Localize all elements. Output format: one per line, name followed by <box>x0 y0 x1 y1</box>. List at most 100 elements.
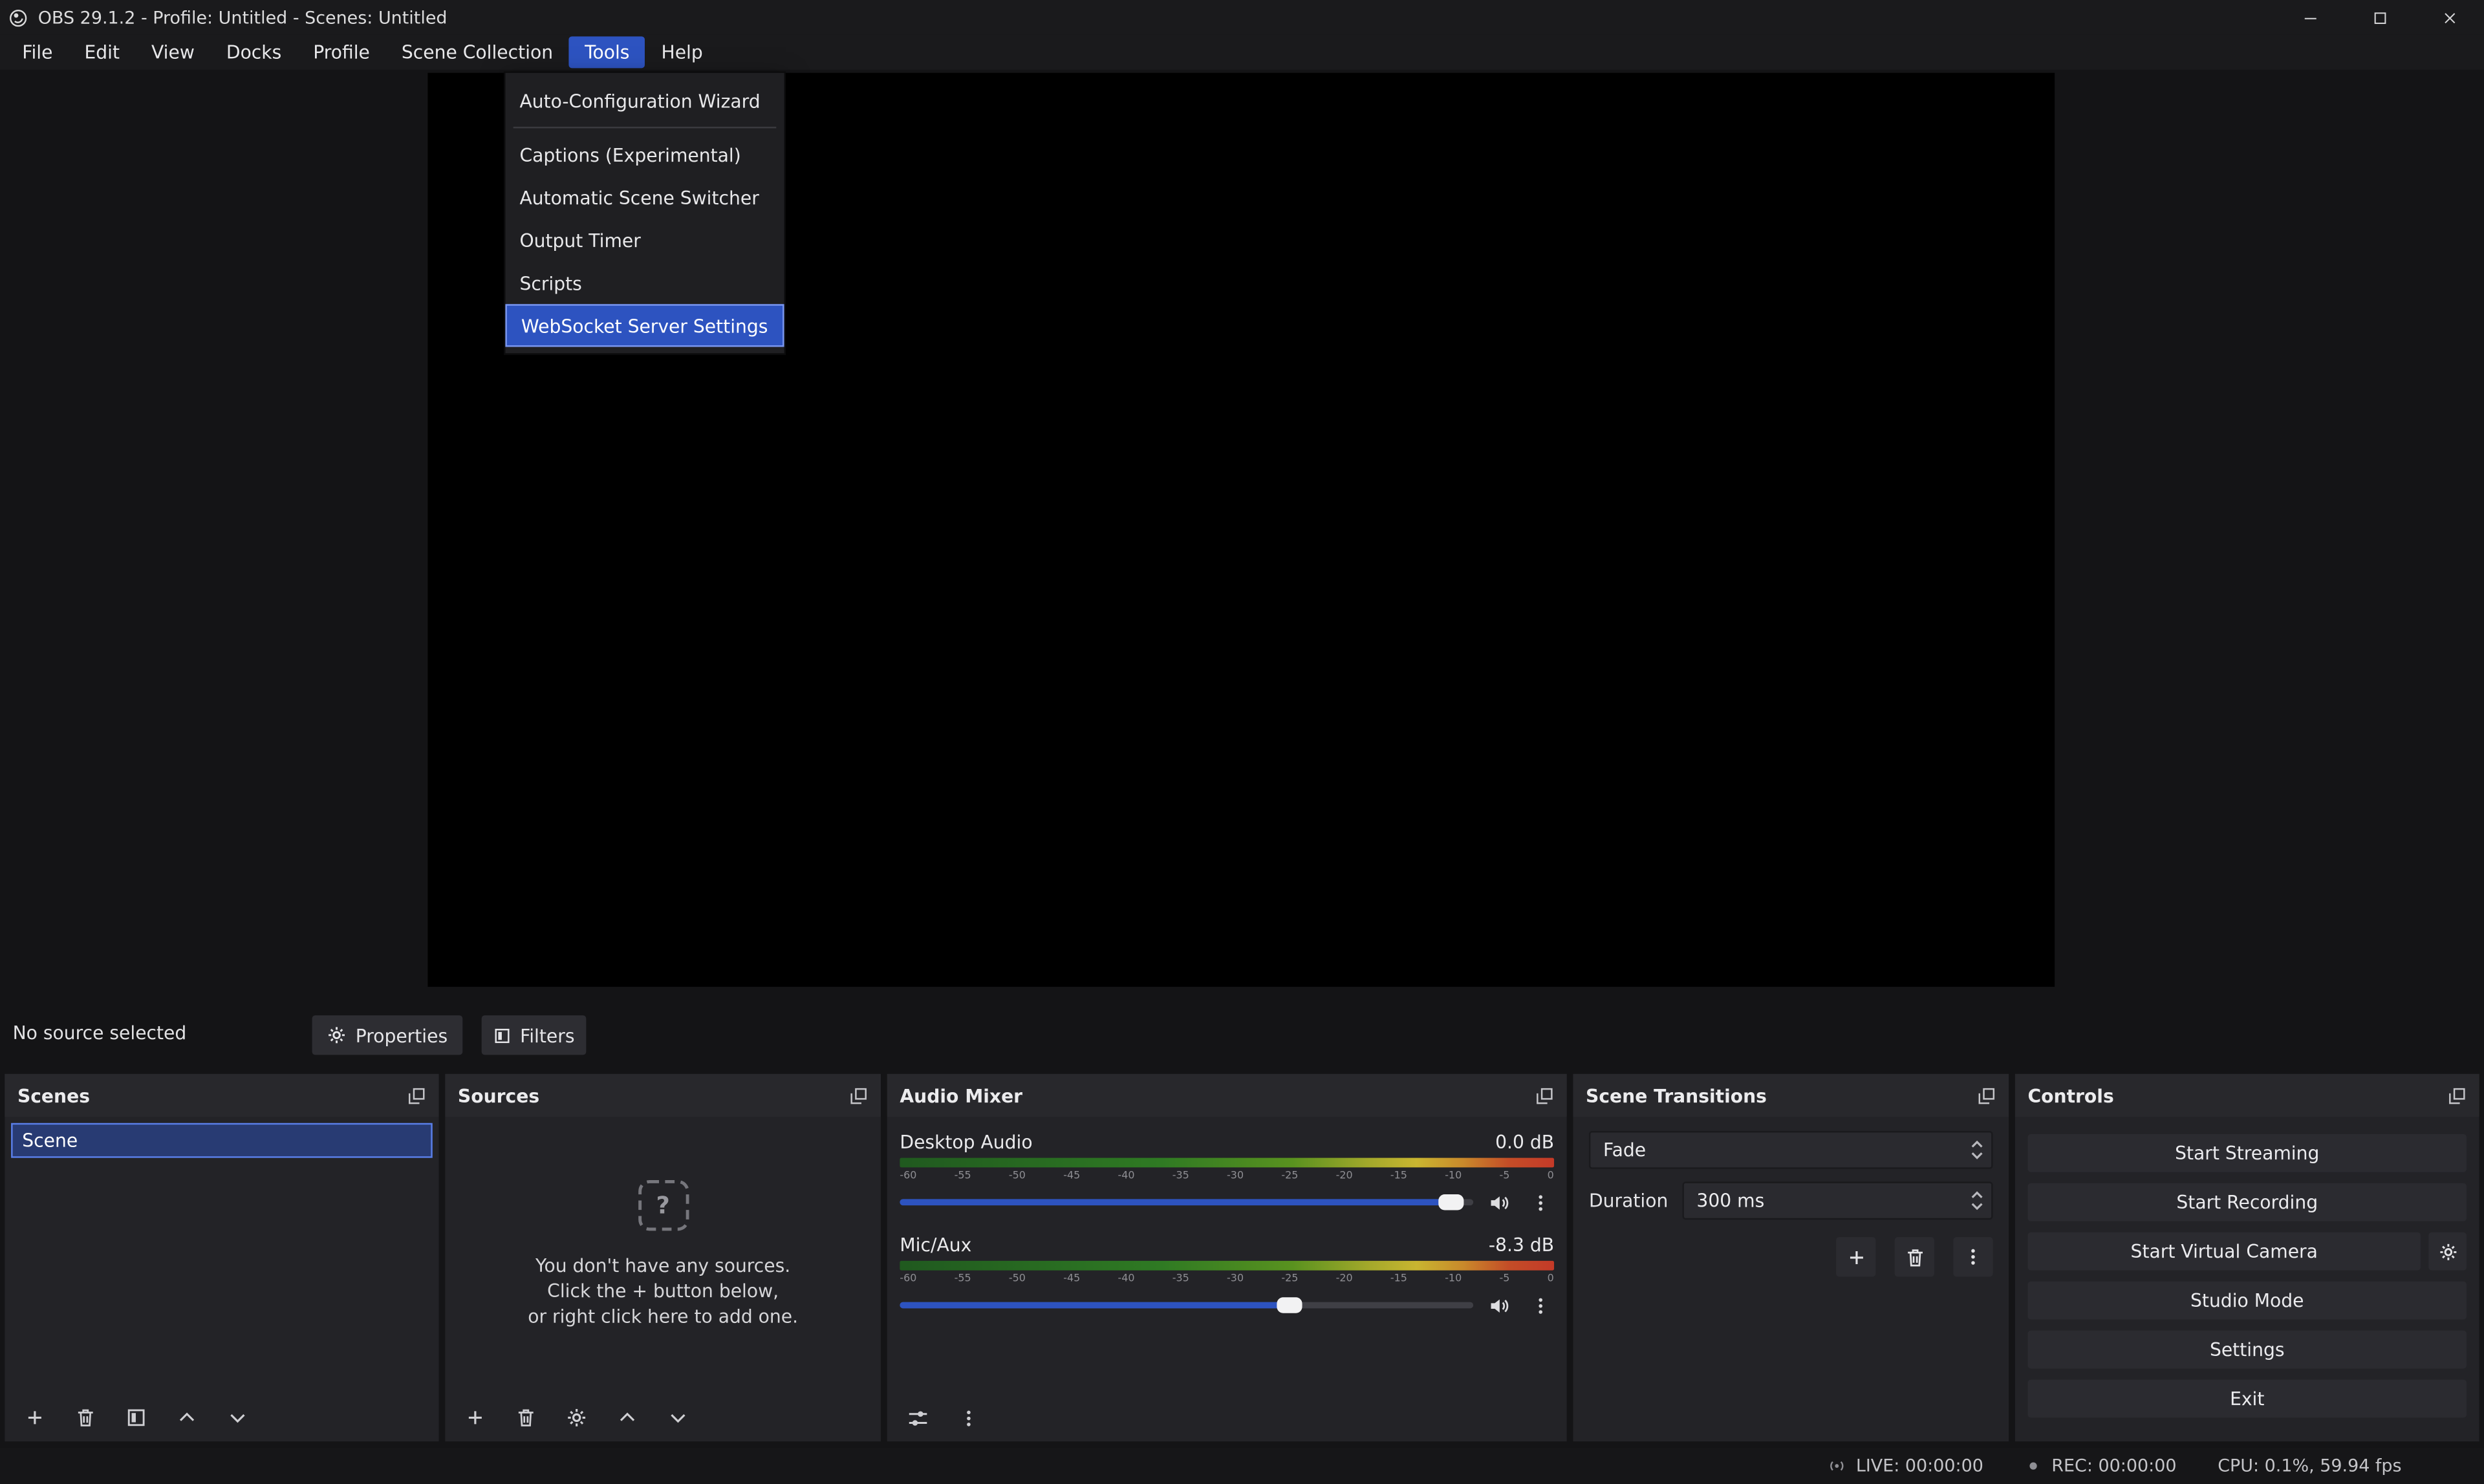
remove-scene-icon[interactable] <box>74 1406 96 1428</box>
cpu-status: CPU: 0.1%, 59.94 fps <box>2218 1456 2401 1476</box>
scene-filters-icon[interactable] <box>125 1406 147 1428</box>
minimize-button[interactable] <box>2275 0 2345 35</box>
fader-handle[interactable] <box>1438 1194 1463 1210</box>
live-status: LIVE: 00:00:00 <box>1826 1456 1983 1476</box>
remove-source-icon[interactable] <box>515 1406 537 1428</box>
move-scene-up-icon[interactable] <box>176 1406 198 1428</box>
popout-icon[interactable] <box>407 1086 426 1104</box>
tools-menu: Auto-Configuration Wizard Captions (Expe… <box>504 71 786 354</box>
popout-icon[interactable] <box>2448 1086 2467 1104</box>
tools-menu-item-websocket-server-settings[interactable]: WebSocket Server Settings <box>505 304 784 347</box>
speaker-icon[interactable] <box>1487 1190 1511 1214</box>
scene-transitions-panel: Scene Transitions Fade Duration 300 ms <box>1573 1074 2009 1441</box>
tools-menu-item-captions[interactable]: Captions (Experimental) <box>505 133 784 176</box>
mixer-channel-mic-aux: Mic/Aux -8.3 dB -60-55-50-45-40-35-30-25… <box>900 1231 1554 1318</box>
controls-panel: Controls Start Streaming Start Recording… <box>2015 1074 2479 1441</box>
start-streaming-button[interactable]: Start Streaming <box>2027 1134 2467 1172</box>
studio-mode-button[interactable]: Studio Mode <box>2027 1282 2467 1320</box>
move-scene-down-icon[interactable] <box>226 1406 248 1428</box>
add-source-icon[interactable] <box>464 1406 486 1428</box>
tools-menu-item-output-timer[interactable]: Output Timer <box>505 219 784 261</box>
sources-empty-line: You don't have any sources. <box>528 1253 798 1278</box>
duration-spinbox[interactable]: 300 ms <box>1682 1181 1993 1220</box>
add-scene-icon[interactable] <box>24 1406 46 1428</box>
speaker-icon[interactable] <box>1487 1293 1511 1317</box>
transition-select-value: Fade <box>1603 1139 1646 1161</box>
sources-empty-line: or right click here to add one. <box>528 1304 798 1329</box>
duration-label: Duration <box>1589 1190 1668 1212</box>
source-properties-icon[interactable] <box>566 1406 588 1428</box>
filters-button[interactable]: Filters <box>482 1015 587 1055</box>
desktop-audio-fader[interactable] <box>900 1190 1473 1215</box>
add-transition-button[interactable] <box>1836 1237 1875 1276</box>
properties-button[interactable]: Properties <box>312 1015 463 1055</box>
filter-icon <box>493 1026 512 1044</box>
channel-options-kebab-icon[interactable] <box>1526 1185 1554 1220</box>
menu-item-edit[interactable]: Edit <box>69 36 136 68</box>
sources-toolbar <box>445 1394 881 1441</box>
channel-level: 0.0 dB <box>1495 1131 1554 1153</box>
scene-item-label: Scene <box>22 1130 78 1152</box>
transitions-header: Scene Transitions <box>1573 1074 2009 1117</box>
popout-icon[interactable] <box>1977 1086 1996 1104</box>
select-arrows <box>1971 1141 1983 1159</box>
move-source-down-icon[interactable] <box>667 1406 689 1428</box>
volume-meter <box>900 1158 1554 1168</box>
advanced-audio-icon[interactable] <box>906 1406 930 1430</box>
sources-panel-header: Sources <box>445 1074 881 1117</box>
menu-item-profile[interactable]: Profile <box>297 36 386 68</box>
fader-handle[interactable] <box>1277 1297 1302 1313</box>
broadcast-icon <box>1826 1456 1846 1476</box>
window-controls <box>2275 0 2484 35</box>
mixer-options-kebab-icon[interactable] <box>958 1407 979 1428</box>
record-icon <box>2025 1457 2042 1475</box>
spin-arrows[interactable] <box>1971 1191 1983 1210</box>
scene-list-item[interactable]: Scene <box>11 1123 433 1158</box>
start-virtual-camera-button[interactable]: Start Virtual Camera <box>2027 1232 2421 1271</box>
sources-list[interactable]: ? You don't have any sources. Click the … <box>445 1117 881 1441</box>
channel-level: -8.3 dB <box>1489 1234 1554 1256</box>
menu-item-help[interactable]: Help <box>645 36 718 68</box>
meter-scale: -60-55-50-45-40-35-30-25-20-15-10-50 <box>900 1169 1554 1183</box>
controls-title: Controls <box>2027 1084 2113 1106</box>
menu-item-view[interactable]: View <box>136 36 211 68</box>
exit-button[interactable]: Exit <box>2027 1380 2467 1418</box>
channel-options-kebab-icon[interactable] <box>1526 1288 1554 1323</box>
audio-mixer-panel: Audio Mixer Desktop Audio 0.0 dB -60-55-… <box>887 1074 1567 1441</box>
tools-menu-item-auto-configuration-wizard[interactable]: Auto-Configuration Wizard <box>505 79 784 122</box>
move-source-up-icon[interactable] <box>616 1406 638 1428</box>
settings-button[interactable]: Settings <box>2027 1331 2467 1369</box>
menu-item-tools[interactable]: Tools <box>569 36 645 68</box>
duration-value: 300 ms <box>1696 1190 1764 1212</box>
channel-name: Mic/Aux <box>900 1234 971 1256</box>
tools-menu-item-automatic-scene-switcher[interactable]: Automatic Scene Switcher <box>505 176 784 219</box>
scenes-toolbar <box>5 1394 438 1441</box>
maximize-button[interactable] <box>2344 0 2414 35</box>
transition-select[interactable]: Fade <box>1589 1131 1993 1169</box>
window-title: OBS 29.1.2 - Profile: Untitled - Scenes:… <box>38 7 448 28</box>
virtual-camera-settings-button[interactable] <box>2428 1232 2467 1271</box>
scenes-panel: Scenes Scene <box>5 1074 438 1441</box>
start-recording-button[interactable]: Start Recording <box>2027 1183 2467 1221</box>
popout-icon[interactable] <box>849 1086 868 1104</box>
obs-logo-icon <box>8 7 28 28</box>
sources-panel: Sources ? You don't have any sources. Cl… <box>445 1074 881 1441</box>
mixer-toolbar <box>887 1394 1567 1441</box>
menu-item-docks[interactable]: Docks <box>210 36 297 68</box>
transitions-body: Fade Duration 300 ms <box>1573 1117 2009 1441</box>
channel-name: Desktop Audio <box>900 1131 1032 1153</box>
popout-icon[interactable] <box>1535 1086 1554 1104</box>
rec-status: REC: 00:00:00 <box>2025 1456 2177 1476</box>
menu-item-file[interactable]: File <box>6 36 69 68</box>
menubar: File Edit View Docks Profile Scene Colle… <box>0 35 2484 70</box>
menu-item-scene-collection[interactable]: Scene Collection <box>385 36 568 68</box>
obs-window: OBS 29.1.2 - Profile: Untitled - Scenes:… <box>0 0 2484 1484</box>
controls-body: Start Streaming Start Recording Start Vi… <box>2015 1117 2479 1441</box>
close-button[interactable] <box>2414 0 2484 35</box>
mic-aux-fader[interactable] <box>900 1293 1473 1318</box>
tools-menu-item-scripts[interactable]: Scripts <box>505 261 784 304</box>
scenes-list[interactable]: Scene <box>5 1117 438 1441</box>
remove-transition-button[interactable] <box>1895 1237 1934 1276</box>
transition-options-kebab-button[interactable] <box>1953 1237 1993 1276</box>
cpu-text: CPU: 0.1%, 59.94 fps <box>2218 1456 2401 1476</box>
